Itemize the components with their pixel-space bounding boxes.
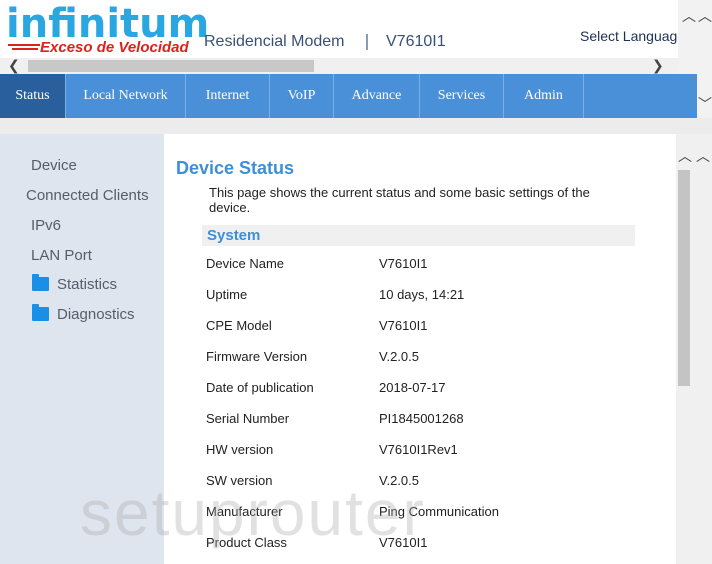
table-row: Firmware Version V.2.0.5 — [206, 349, 666, 369]
scroll-up-arrow-icon[interactable]: ︿ — [698, 10, 712, 24]
horizontal-scroll-thumb[interactable] — [28, 60, 314, 72]
row-label: Date of publication — [206, 380, 314, 395]
nav-tab-admin[interactable]: Admin — [504, 74, 584, 118]
scroll-right-arrow-icon[interactable]: ❯ — [652, 59, 664, 73]
row-label: HW version — [206, 442, 274, 457]
header-horizontal-scrollbar[interactable]: ❮ ❯ — [0, 58, 678, 74]
logo-speed-lines — [8, 44, 40, 54]
nav-tab-advance[interactable]: Advance — [334, 74, 420, 118]
folder-icon — [32, 274, 49, 291]
sidebar-item-lan-port[interactable]: LAN Port — [31, 247, 92, 264]
content-vertical-scrollbar[interactable]: ︿ ︿ — [676, 134, 712, 564]
nav-tab-status[interactable]: Status — [0, 74, 66, 118]
select-language-link[interactable]: Select Language — [580, 28, 678, 44]
scroll-down-arrow-icon[interactable]: ﹀ — [698, 98, 712, 112]
row-label: Serial Number — [206, 411, 290, 426]
table-row: Device Name V7610I1 — [206, 256, 666, 276]
logo-tagline: Exceso de Velocidad — [40, 39, 189, 56]
sidebar-item-label: Statistics — [57, 276, 118, 293]
sidebar-item-statistics[interactable]: Statistics — [32, 274, 118, 293]
header-divider — [366, 34, 368, 50]
page-description: This page shows the current status and s… — [209, 185, 590, 215]
page-title: Device Status — [176, 158, 295, 178]
folder-icon — [32, 304, 49, 321]
header-frame: infinitum Exceso de Velocidad Residencia… — [0, 0, 678, 58]
table-row: CPE Model V7610I1 — [206, 318, 666, 338]
frame-gap — [0, 118, 712, 134]
model-label: Residencial Modem — [204, 33, 345, 50]
table-row: Uptime 10 days, 14:21 — [206, 287, 666, 307]
row-value: 10 days, 14:21 — [379, 287, 465, 302]
section-title: System — [207, 227, 261, 244]
sidebar-item-connected-clients[interactable]: Connected Clients — [26, 187, 149, 204]
watermark: setuprouter — [80, 477, 426, 549]
section-header: System — [202, 225, 635, 246]
sidebar-item-diagnostics[interactable]: Diagnostics — [32, 304, 135, 323]
table-row: Serial Number PI1845001268 — [206, 411, 666, 431]
row-value: V.2.0.5 — [379, 349, 420, 364]
nav-tab-services[interactable]: Services — [420, 74, 504, 118]
nav-tab-internet[interactable]: Internet — [186, 74, 270, 118]
vertical-scroll-thumb[interactable] — [678, 170, 690, 386]
row-value: PI1845001268 — [379, 411, 464, 426]
row-label: CPE Model — [206, 318, 272, 333]
scroll-up-arrow-icon[interactable]: ︿ — [682, 10, 696, 24]
row-label: Device Name — [206, 256, 285, 271]
sidebar-item-ipv6[interactable]: IPv6 — [31, 217, 61, 234]
table-row: HW version V7610I1Rev1 — [206, 442, 666, 462]
device-name-label: V7610I1 — [386, 33, 446, 50]
table-row: Date of publication 2018-07-17 — [206, 380, 666, 400]
nav-tab-local-network[interactable]: Local Network — [66, 74, 186, 118]
sidebar-item-device[interactable]: Device — [31, 157, 77, 174]
sidebar-item-label: Diagnostics — [57, 306, 135, 323]
scroll-up-arrow-icon[interactable]: ︿ — [696, 150, 710, 164]
row-value: V7610I1Rev1 — [379, 442, 458, 457]
main-nav: Status Local Network Internet VoIP Advan… — [0, 74, 697, 118]
row-value: V7610I1 — [379, 318, 428, 333]
nav-tab-voip[interactable]: VoIP — [270, 74, 334, 118]
scroll-up-arrow-icon[interactable]: ︿ — [678, 150, 692, 164]
row-label: Firmware Version — [206, 349, 308, 364]
scroll-left-arrow-icon[interactable]: ❮ — [8, 59, 20, 73]
row-label: Uptime — [206, 287, 248, 302]
row-value: 2018-07-17 — [379, 380, 446, 395]
row-value: V7610I1 — [379, 256, 428, 271]
